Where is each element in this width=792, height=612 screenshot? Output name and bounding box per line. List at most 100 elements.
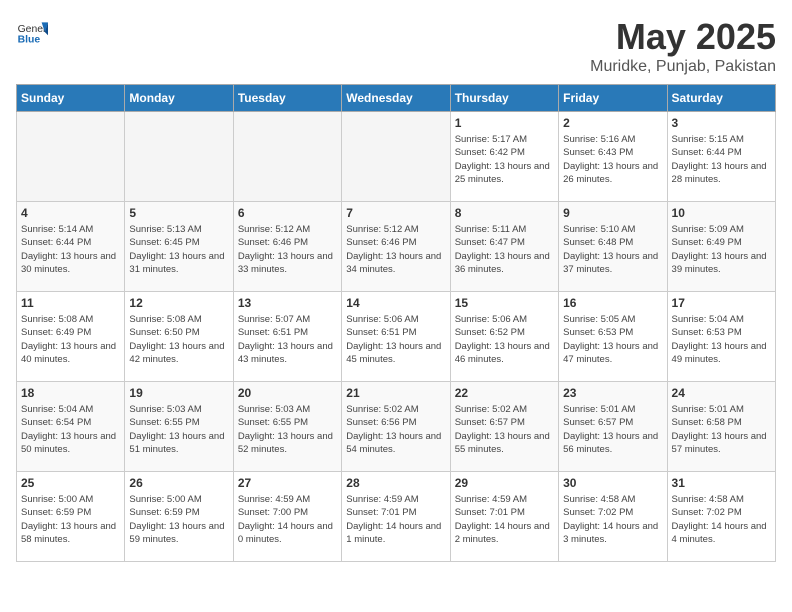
week-row-4: 18 Sunrise: 5:04 AM Sunset: 6:54 PM Dayli… (17, 382, 776, 472)
day-number: 5 (129, 206, 228, 220)
day-number: 9 (563, 206, 662, 220)
calendar-cell: 28 Sunrise: 4:59 AM Sunset: 7:01 PM Dayli… (342, 472, 450, 562)
day-number: 21 (346, 386, 445, 400)
day-number: 15 (455, 296, 554, 310)
day-info: Sunrise: 5:13 AM Sunset: 6:45 PM Dayligh… (129, 223, 228, 276)
calendar-cell: 11 Sunrise: 5:08 AM Sunset: 6:49 PM Dayli… (17, 292, 125, 382)
day-info: Sunrise: 5:15 AM Sunset: 6:44 PM Dayligh… (672, 133, 771, 186)
calendar-cell: 30Sunrise: 4:58 AM Sunset: 7:02 PM Dayli… (559, 472, 667, 562)
calendar-cell: 7Sunrise: 5:12 AM Sunset: 6:46 PM Daylig… (342, 202, 450, 292)
week-row-5: 25Sunrise: 5:00 AM Sunset: 6:59 PM Dayli… (17, 472, 776, 562)
day-number: 28 (346, 476, 445, 490)
day-number: 2 (563, 116, 662, 130)
day-number: 16 (563, 296, 662, 310)
calendar-cell (233, 112, 341, 202)
calendar-cell: 1Sunrise: 5:17 AM Sunset: 6:42 PM Daylig… (450, 112, 558, 202)
calendar-cell (342, 112, 450, 202)
day-info: Sunrise: 5:03 AM Sunset: 6:55 PM Dayligh… (129, 403, 228, 456)
calendar-cell: 4 Sunrise: 5:14 AM Sunset: 6:44 PM Daylig… (17, 202, 125, 292)
calendar-cell: 21 Sunrise: 5:02 AM Sunset: 6:56 PM Dayli… (342, 382, 450, 472)
weekday-sunday: Sunday (17, 85, 125, 112)
logo-icon: General Blue (16, 16, 48, 48)
day-number: 27 (238, 476, 337, 490)
calendar-cell: 6 Sunrise: 5:12 AM Sunset: 6:46 PM Daylig… (233, 202, 341, 292)
location: Muridke, Punjab, Pakistan (590, 58, 776, 76)
calendar-cell: 24Sunrise: 5:01 AM Sunset: 6:58 PM Dayli… (667, 382, 775, 472)
calendar-cell: 19 Sunrise: 5:03 AM Sunset: 6:55 PM Dayli… (125, 382, 233, 472)
calendar-cell: 5 Sunrise: 5:13 AM Sunset: 6:45 PM Daylig… (125, 202, 233, 292)
day-number: 8 (455, 206, 554, 220)
calendar-cell: 17 Sunrise: 5:04 AM Sunset: 6:53 PM Dayli… (667, 292, 775, 382)
weekday-thursday: Thursday (450, 85, 558, 112)
day-number: 19 (129, 386, 228, 400)
day-info: Sunrise: 5:00 AM Sunset: 6:59 PM Dayligh… (21, 493, 120, 546)
day-info: Sunrise: 5:02 AM Sunset: 6:56 PM Dayligh… (346, 403, 445, 456)
day-number: 3 (672, 116, 771, 130)
day-number: 4 (21, 206, 120, 220)
week-row-1: 1Sunrise: 5:17 AM Sunset: 6:42 PM Daylig… (17, 112, 776, 202)
day-number: 11 (21, 296, 120, 310)
day-info: Sunrise: 5:06 AM Sunset: 6:51 PM Dayligh… (346, 313, 445, 366)
day-info: Sunrise: 4:59 AM Sunset: 7:01 PM Dayligh… (455, 493, 554, 546)
day-number: 20 (238, 386, 337, 400)
calendar-cell: 8 Sunrise: 5:11 AM Sunset: 6:47 PM Daylig… (450, 202, 558, 292)
day-info: Sunrise: 5:08 AM Sunset: 6:49 PM Dayligh… (21, 313, 120, 366)
day-info: Sunrise: 5:00 AM Sunset: 6:59 PM Dayligh… (129, 493, 228, 546)
calendar-cell: 15Sunrise: 5:06 AM Sunset: 6:52 PM Dayli… (450, 292, 558, 382)
day-number: 26 (129, 476, 228, 490)
day-number: 17 (672, 296, 771, 310)
calendar: SundayMondayTuesdayWednesdayThursdayFrid… (16, 84, 776, 562)
day-info: Sunrise: 5:01 AM Sunset: 6:57 PM Dayligh… (563, 403, 662, 456)
day-number: 23 (563, 386, 662, 400)
calendar-cell: 31 Sunrise: 4:58 AM Sunset: 7:02 PM Dayli… (667, 472, 775, 562)
day-info: Sunrise: 5:04 AM Sunset: 6:53 PM Dayligh… (672, 313, 771, 366)
month-title: May 2025 (590, 16, 776, 58)
week-row-2: 4 Sunrise: 5:14 AM Sunset: 6:44 PM Daylig… (17, 202, 776, 292)
day-number: 13 (238, 296, 337, 310)
calendar-cell: 25Sunrise: 5:00 AM Sunset: 6:59 PM Dayli… (17, 472, 125, 562)
calendar-cell: 20 Sunrise: 5:03 AM Sunset: 6:55 PM Dayli… (233, 382, 341, 472)
calendar-cell: 26 Sunrise: 5:00 AM Sunset: 6:59 PM Dayli… (125, 472, 233, 562)
weekday-wednesday: Wednesday (342, 85, 450, 112)
week-row-3: 11 Sunrise: 5:08 AM Sunset: 6:49 PM Dayli… (17, 292, 776, 382)
day-info: Sunrise: 5:04 AM Sunset: 6:54 PM Dayligh… (21, 403, 120, 456)
logo: General Blue (16, 16, 48, 48)
day-info: Sunrise: 5:14 AM Sunset: 6:44 PM Dayligh… (21, 223, 120, 276)
calendar-cell: 10 Sunrise: 5:09 AM Sunset: 6:49 PM Dayli… (667, 202, 775, 292)
calendar-cell: 18 Sunrise: 5:04 AM Sunset: 6:54 PM Dayli… (17, 382, 125, 472)
day-info: Sunrise: 5:07 AM Sunset: 6:51 PM Dayligh… (238, 313, 337, 366)
day-number: 30 (563, 476, 662, 490)
day-info: Sunrise: 5:08 AM Sunset: 6:50 PM Dayligh… (129, 313, 228, 366)
calendar-cell: 9 Sunrise: 5:10 AM Sunset: 6:48 PM Daylig… (559, 202, 667, 292)
calendar-cell: 27Sunrise: 4:59 AM Sunset: 7:00 PM Dayli… (233, 472, 341, 562)
day-number: 7 (346, 206, 445, 220)
day-number: 14 (346, 296, 445, 310)
day-info: Sunrise: 4:59 AM Sunset: 7:01 PM Dayligh… (346, 493, 445, 546)
day-info: Sunrise: 5:03 AM Sunset: 6:55 PM Dayligh… (238, 403, 337, 456)
day-number: 12 (129, 296, 228, 310)
calendar-cell: 14 Sunrise: 5:06 AM Sunset: 6:51 PM Dayli… (342, 292, 450, 382)
page-header: General Blue May 2025 Muridke, Punjab, P… (16, 16, 776, 76)
day-info: Sunrise: 5:02 AM Sunset: 6:57 PM Dayligh… (455, 403, 554, 456)
day-info: Sunrise: 4:58 AM Sunset: 7:02 PM Dayligh… (672, 493, 771, 546)
calendar-cell (17, 112, 125, 202)
calendar-cell: 3 Sunrise: 5:15 AM Sunset: 6:44 PM Daylig… (667, 112, 775, 202)
calendar-cell: 13 Sunrise: 5:07 AM Sunset: 6:51 PM Dayli… (233, 292, 341, 382)
day-info: Sunrise: 5:10 AM Sunset: 6:48 PM Dayligh… (563, 223, 662, 276)
calendar-cell: 29 Sunrise: 4:59 AM Sunset: 7:01 PM Dayli… (450, 472, 558, 562)
day-number: 10 (672, 206, 771, 220)
day-number: 29 (455, 476, 554, 490)
day-info: Sunrise: 5:09 AM Sunset: 6:49 PM Dayligh… (672, 223, 771, 276)
day-number: 31 (672, 476, 771, 490)
calendar-cell: 12 Sunrise: 5:08 AM Sunset: 6:50 PM Dayli… (125, 292, 233, 382)
day-info: Sunrise: 5:17 AM Sunset: 6:42 PM Dayligh… (455, 133, 554, 186)
day-info: Sunrise: 5:12 AM Sunset: 6:46 PM Dayligh… (238, 223, 337, 276)
weekday-friday: Friday (559, 85, 667, 112)
day-info: Sunrise: 5:11 AM Sunset: 6:47 PM Dayligh… (455, 223, 554, 276)
day-number: 24 (672, 386, 771, 400)
weekday-monday: Monday (125, 85, 233, 112)
day-number: 22 (455, 386, 554, 400)
day-number: 6 (238, 206, 337, 220)
day-info: Sunrise: 5:05 AM Sunset: 6:53 PM Dayligh… (563, 313, 662, 366)
day-number: 18 (21, 386, 120, 400)
